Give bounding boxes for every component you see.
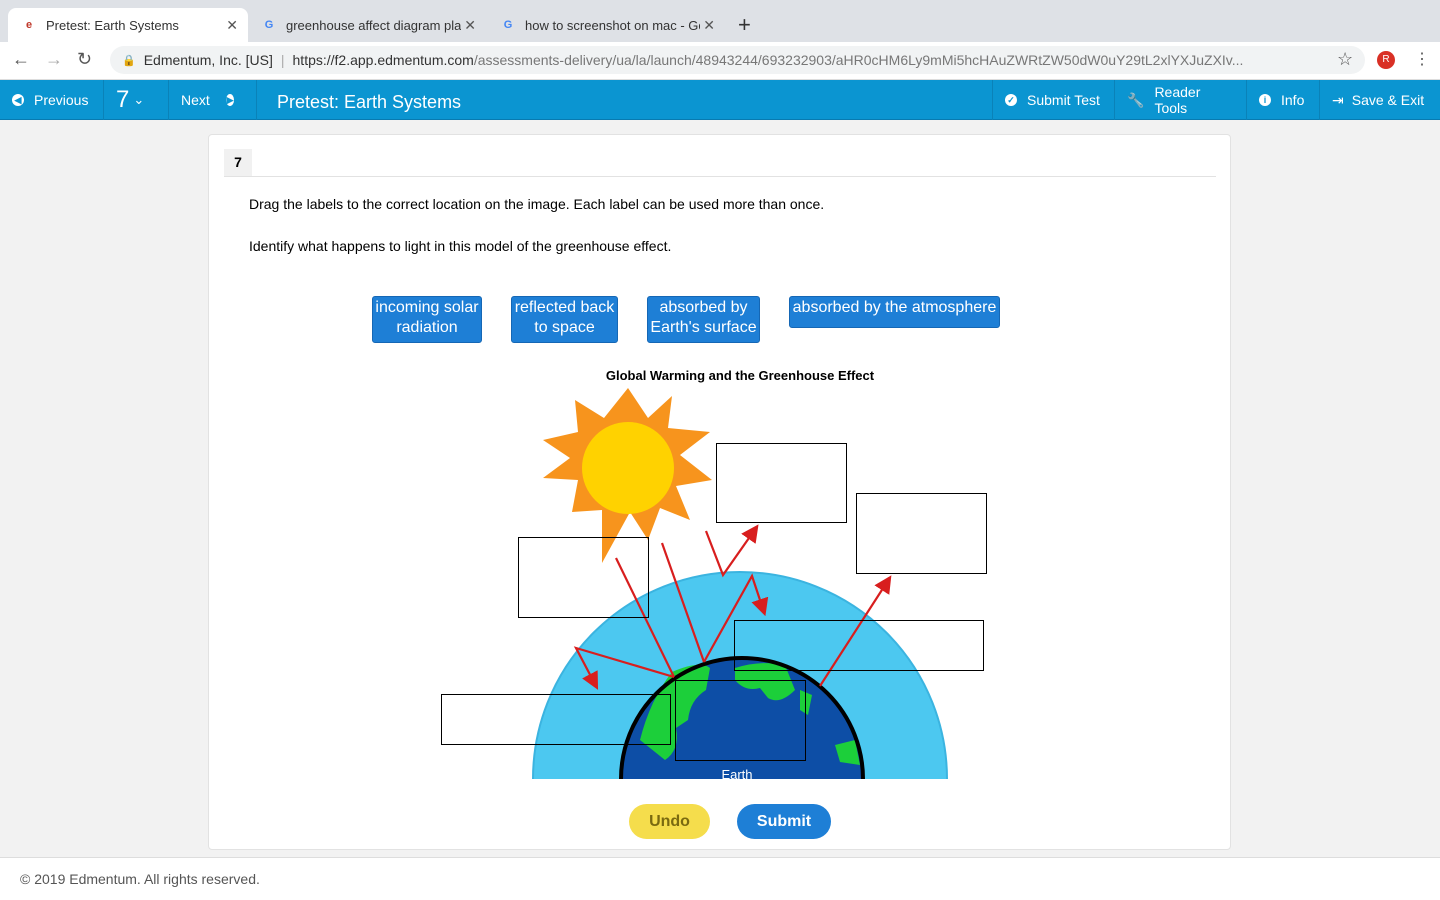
tab-title: greenhouse affect diagram pla: [286, 17, 461, 33]
arrow-left-circle-icon: ◀: [12, 94, 24, 106]
close-tab-icon[interactable]: ✕: [464, 17, 476, 34]
divider: [224, 176, 1216, 177]
draggable-label-reflected-back-to-space[interactable]: reflected back to space: [511, 296, 618, 343]
previous-button[interactable]: ◀ Previous: [0, 80, 104, 120]
forward-icon[interactable]: →: [45, 49, 63, 70]
drop-zone-6[interactable]: [675, 680, 806, 761]
google-favicon-icon: G: [264, 19, 274, 31]
question-selector[interactable]: 7 ⌄: [104, 80, 169, 120]
browser-menu-icon[interactable]: ⋮: [1414, 49, 1430, 69]
profile-avatar[interactable]: R: [1377, 51, 1395, 69]
drop-zone-3[interactable]: [518, 537, 649, 618]
drop-zone-5[interactable]: [441, 694, 671, 745]
url-path: /assessments-delivery/ua/la/launch/48943…: [473, 52, 1244, 68]
close-tab-icon[interactable]: ✕: [703, 17, 715, 34]
reader-tools-button[interactable]: 🔧 Reader Tools: [1115, 80, 1247, 120]
save-exit-label: Save & Exit: [1351, 92, 1425, 108]
chevron-down-icon: ⌄: [133, 92, 145, 107]
tab-screenshot-search[interactable]: G how to screenshot on mac - Go ✕: [487, 8, 725, 42]
save-exit-button[interactable]: ⇥ Save & Exit: [1320, 80, 1440, 120]
url-separator: |: [280, 52, 285, 68]
google-favicon-icon: G: [503, 19, 513, 31]
question-number: 7: [116, 86, 130, 113]
page-title: Pretest: Earth Systems: [277, 92, 462, 112]
info-icon: i: [1259, 94, 1271, 106]
info-label: Info: [1281, 92, 1305, 108]
exit-icon: ⇥: [1332, 91, 1344, 108]
draggable-label-absorbed-by-earths-surface[interactable]: absorbed by Earth's surface: [647, 296, 760, 343]
arrow-right-circle-icon: ▶: [225, 94, 234, 106]
draggable-label-incoming-solar-radiation[interactable]: incoming solar radiation: [372, 296, 482, 343]
tab-title: Pretest: Earth Systems: [46, 17, 179, 33]
drop-zone-4[interactable]: [734, 620, 984, 671]
drop-zone-1[interactable]: [716, 443, 847, 523]
copyright-text: © 2019 Edmentum. All rights reserved.: [20, 871, 260, 887]
submit-test-label: Submit Test: [1027, 92, 1100, 108]
drop-zone-2[interactable]: [856, 493, 987, 574]
submit-button[interactable]: Submit: [737, 804, 831, 839]
submit-test-button[interactable]: ✓ Submit Test: [992, 80, 1115, 120]
question-number-badge: 7: [224, 149, 252, 176]
site-identity: Edmentum, Inc. [US]: [143, 52, 273, 68]
draggable-label-absorbed-by-atmosphere[interactable]: absorbed by the atmosphere: [789, 296, 1000, 328]
diagram-title: Global Warming and the Greenhouse Effect: [605, 368, 875, 383]
prompt-text: Identify what happens to light in this m…: [249, 238, 672, 254]
url-bar[interactable]: 🔒 Edmentum, Inc. [US] | https://f2.app.e…: [110, 46, 1365, 74]
edmentum-favicon-icon: e: [25, 19, 33, 31]
close-tab-icon[interactable]: ✕: [226, 17, 238, 34]
new-tab-icon[interactable]: +: [738, 12, 751, 38]
back-icon[interactable]: ←: [12, 49, 30, 70]
tab-title: how to screenshot on mac - Go: [525, 17, 700, 33]
next-button[interactable]: Next ▶: [169, 80, 257, 120]
bookmark-star-icon[interactable]: ☆: [1337, 49, 1353, 70]
previous-label: Previous: [34, 92, 89, 108]
tab-pretest[interactable]: e Pretest: Earth Systems ✕: [8, 8, 248, 42]
check-circle-icon: ✓: [1005, 94, 1017, 106]
tab-greenhouse-search[interactable]: G greenhouse affect diagram pla ✕: [248, 8, 486, 42]
earth-label: Earth: [721, 768, 753, 779]
url-host: https://f2.app.edmentum.com: [292, 52, 474, 68]
wrench-icon: 🔧: [1127, 91, 1145, 108]
info-button[interactable]: i Info: [1247, 80, 1320, 120]
next-label: Next: [181, 92, 210, 108]
lock-icon: 🔒: [122, 54, 136, 67]
instruction-text: Drag the labels to the correct location …: [249, 196, 825, 212]
undo-button[interactable]: Undo: [629, 804, 710, 839]
sun-core: [582, 422, 674, 514]
footer: © 2019 Edmentum. All rights reserved.: [0, 857, 1440, 900]
reader-tools-label: Reader Tools: [1154, 84, 1201, 116]
reload-icon[interactable]: ↻: [77, 49, 92, 70]
